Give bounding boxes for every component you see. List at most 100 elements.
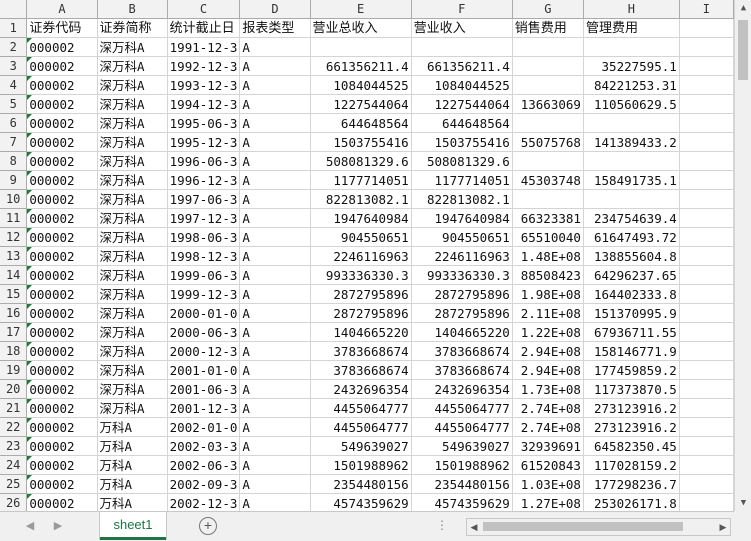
cell-d[interactable]: A [239, 265, 311, 285]
cell-g[interactable]: 1.98E+08 [512, 284, 584, 304]
cell-a[interactable]: 000002 [26, 37, 98, 57]
cell-f[interactable]: 904550651 [411, 227, 513, 247]
cell-h[interactable]: 164402333.8 [583, 284, 680, 304]
cell-i[interactable] [679, 208, 734, 228]
cell-b[interactable]: 深万科A [97, 94, 168, 114]
cell-f[interactable]: 508081329.6 [411, 151, 513, 171]
row-number[interactable]: 7 [0, 132, 28, 152]
cell-e[interactable] [310, 37, 412, 57]
prev-sheet-icon[interactable]: ◀ [22, 518, 38, 534]
column-header-g[interactable]: G [512, 0, 584, 19]
cell-e[interactable]: 822813082.1 [310, 189, 412, 209]
cell-i[interactable] [679, 455, 734, 475]
row-number[interactable]: 9 [0, 170, 28, 190]
cell-d[interactable]: A [239, 436, 311, 456]
cell-e[interactable]: 508081329.6 [310, 151, 412, 171]
row-number[interactable]: 15 [0, 284, 28, 304]
cell-a[interactable]: 000002 [26, 94, 98, 114]
cell-d[interactable]: A [239, 75, 311, 95]
row-number[interactable]: 8 [0, 151, 28, 171]
cell-g[interactable]: 2.74E+08 [512, 398, 584, 418]
cell-g[interactable]: 45303748 [512, 170, 584, 190]
cell-c[interactable]: 1998-12-3 [167, 246, 241, 266]
cell-d[interactable]: A [239, 227, 311, 247]
cell-f[interactable] [411, 37, 513, 57]
cell-f[interactable]: 822813082.1 [411, 189, 513, 209]
cell-h[interactable]: 117373870.5 [583, 379, 680, 399]
cell-e[interactable]: 661356211.4 [310, 56, 412, 76]
cell-h[interactable]: 141389433.2 [583, 132, 680, 152]
column-header-f[interactable]: F [411, 0, 513, 19]
cell-b[interactable]: 万科A [97, 436, 168, 456]
cell-d[interactable]: A [239, 417, 311, 437]
cell-c[interactable]: 2000-01-0 [167, 303, 241, 323]
cell-i[interactable] [679, 341, 734, 361]
cell-g[interactable]: 32939691 [512, 436, 584, 456]
cell-c[interactable]: 1993-12-3 [167, 75, 241, 95]
cell-h[interactable]: 110560629.5 [583, 94, 680, 114]
cell-e[interactable]: 4574359629 [310, 493, 412, 511]
row-number[interactable]: 25 [0, 474, 28, 494]
sheet-tab-sheet1[interactable]: sheet1 [100, 512, 166, 540]
cell-a[interactable]: 证券代码 [26, 18, 98, 38]
cell-h[interactable]: 158491735.1 [583, 170, 680, 190]
cell-g[interactable]: 2.94E+08 [512, 341, 584, 361]
cell-i[interactable] [679, 303, 734, 323]
cell-d[interactable]: A [239, 303, 311, 323]
cell-c[interactable]: 1992-12-3 [167, 56, 241, 76]
cell-e[interactable]: 993336330.3 [310, 265, 412, 285]
cell-i[interactable] [679, 417, 734, 437]
cell-h[interactable]: 177459859.2 [583, 360, 680, 380]
cell-a[interactable]: 000002 [26, 189, 98, 209]
cell-i[interactable] [679, 113, 734, 133]
cell-i[interactable] [679, 18, 734, 38]
row-number[interactable]: 3 [0, 56, 28, 76]
cell-c[interactable]: 2002-01-0 [167, 417, 241, 437]
cell-i[interactable] [679, 170, 734, 190]
cell-a[interactable]: 000002 [26, 417, 98, 437]
cell-f[interactable]: 661356211.4 [411, 56, 513, 76]
cell-g[interactable]: 61520843 [512, 455, 584, 475]
row-number[interactable]: 5 [0, 94, 28, 114]
cell-f[interactable]: 4455064777 [411, 398, 513, 418]
cell-a[interactable]: 000002 [26, 398, 98, 418]
spreadsheet-grid[interactable]: ABCDEFGHI 1 证券代码 证券简称 统计截止日 报表类型 营业总收入 营业收入 销售费… [0, 0, 734, 511]
cell-d[interactable]: A [239, 246, 311, 266]
cell-h[interactable]: 138855604.8 [583, 246, 680, 266]
cell-a[interactable]: 000002 [26, 303, 98, 323]
cell-b[interactable]: 深万科A [97, 284, 168, 304]
cell-a[interactable]: 000002 [26, 265, 98, 285]
cell-b[interactable]: 证券简称 [97, 18, 168, 38]
cell-h[interactable] [583, 37, 680, 57]
cell-h[interactable]: 253026171.8 [583, 493, 680, 511]
cell-c[interactable]: 1994-12-3 [167, 94, 241, 114]
cell-a[interactable]: 000002 [26, 113, 98, 133]
row-number[interactable]: 6 [0, 113, 28, 133]
cell-h[interactable]: 273123916.2 [583, 398, 680, 418]
cell-g[interactable] [512, 37, 584, 57]
cell-d[interactable]: A [239, 379, 311, 399]
cell-b[interactable]: 万科A [97, 455, 168, 475]
cell-e[interactable]: 1501988962 [310, 455, 412, 475]
cell-b[interactable]: 万科A [97, 493, 168, 511]
cell-f[interactable]: 549639027 [411, 436, 513, 456]
cell-e[interactable]: 2246116963 [310, 246, 412, 266]
cell-d[interactable]: A [239, 208, 311, 228]
row-number[interactable]: 13 [0, 246, 28, 266]
cell-e[interactable]: 1227544064 [310, 94, 412, 114]
scroll-left-icon[interactable]: ◀ [467, 519, 481, 535]
cell-a[interactable]: 000002 [26, 208, 98, 228]
cell-d[interactable]: A [239, 474, 311, 494]
cell-f[interactable]: 4574359629 [411, 493, 513, 511]
row-number[interactable]: 1 [0, 18, 28, 38]
cell-g[interactable] [512, 151, 584, 171]
cell-b[interactable]: 深万科A [97, 341, 168, 361]
cell-b[interactable]: 深万科A [97, 132, 168, 152]
cell-h[interactable]: 234754639.4 [583, 208, 680, 228]
column-header-d[interactable]: D [239, 0, 311, 19]
cell-b[interactable]: 深万科A [97, 360, 168, 380]
cell-c[interactable]: 1999-06-3 [167, 265, 241, 285]
cell-a[interactable]: 000002 [26, 360, 98, 380]
cell-i[interactable] [679, 436, 734, 456]
cell-b[interactable]: 深万科A [97, 75, 168, 95]
